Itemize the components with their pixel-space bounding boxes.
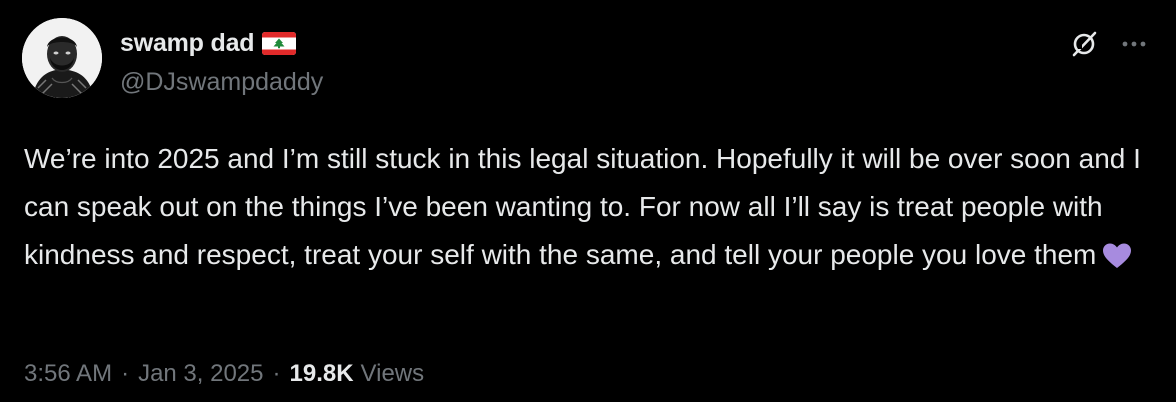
- author-handle[interactable]: @DJswampdaddy: [120, 68, 323, 97]
- more-button[interactable]: [1116, 26, 1152, 62]
- tweet-body: We’re into 2025 and I’m still stuck in t…: [24, 143, 1141, 270]
- tweet-date[interactable]: Jan 3, 2025: [138, 360, 263, 388]
- tweet-text: We’re into 2025 and I’m still stuck in t…: [24, 135, 1152, 285]
- meta-separator: ·: [121, 360, 130, 387]
- author-name-row: swamp dad: [120, 26, 297, 60]
- tweet-meta: 3:56 AM · Jan 3, 2025 · 19.8K Views: [24, 360, 424, 388]
- views-count[interactable]: 19.8K: [290, 360, 354, 388]
- meta-separator: ·: [272, 360, 281, 387]
- avatar[interactable]: [22, 18, 102, 98]
- purple-heart-icon: [1102, 237, 1132, 285]
- author-display-name[interactable]: swamp dad: [120, 29, 255, 58]
- grok-icon: [1072, 31, 1097, 57]
- tweet: swamp dad @DJswampdaddy We’re into 2025 …: [0, 0, 1176, 402]
- avatar-image: [22, 18, 102, 98]
- grok-button[interactable]: [1066, 26, 1102, 62]
- lebanon-flag-icon: [262, 31, 297, 55]
- more-icon: [1122, 41, 1146, 47]
- views-label: Views: [360, 360, 425, 387]
- tweet-time[interactable]: 3:56 AM: [24, 360, 112, 388]
